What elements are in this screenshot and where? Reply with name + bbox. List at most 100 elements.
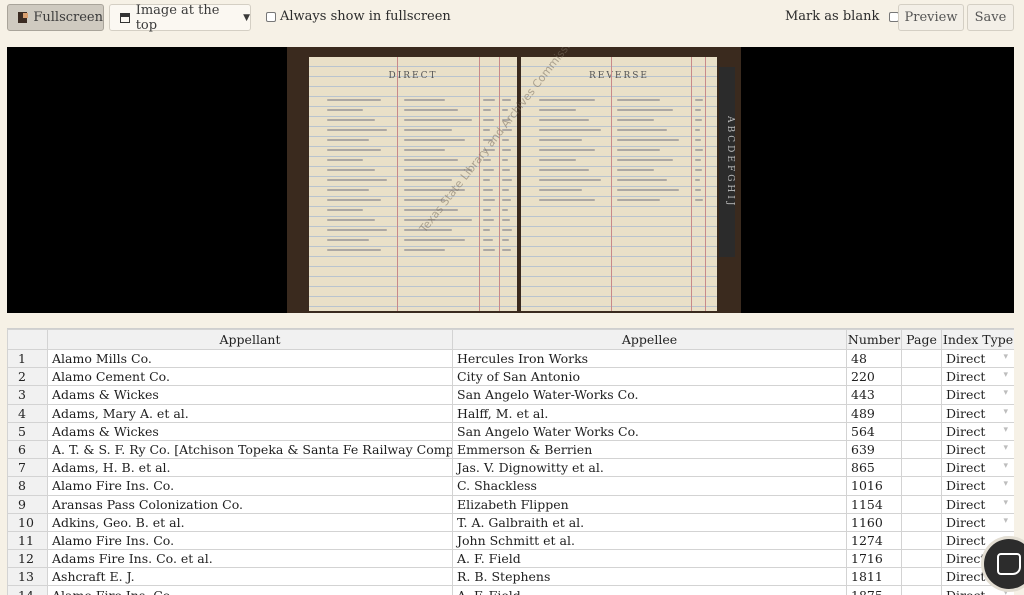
number-cell[interactable]: 220 <box>846 367 902 387</box>
column-header-number[interactable]: Number <box>846 329 902 350</box>
appellant-cell[interactable]: A. T. & S. F. Ry Co. [Atchison Topeka & … <box>47 439 453 460</box>
appellant-cell[interactable]: Adams, Mary A. et al. <box>47 403 453 423</box>
page-cell[interactable] <box>901 530 942 551</box>
number-cell[interactable]: 1016 <box>846 476 902 496</box>
column-header-appellee[interactable]: Appellee <box>452 329 847 350</box>
appellant-cell[interactable]: Alamo Fire Ins. Co. <box>47 476 453 496</box>
row-number: 2 <box>7 367 48 387</box>
page-cell[interactable] <box>901 476 942 496</box>
row-number: 13 <box>7 567 48 587</box>
page-cell[interactable] <box>901 549 942 569</box>
index-type-cell[interactable]: Direct <box>941 421 1014 441</box>
appellee-cell[interactable]: Jas. V. Dignowitty et al. <box>452 458 847 478</box>
appellee-cell[interactable]: C. Shackless <box>452 476 847 496</box>
number-cell[interactable]: 443 <box>846 385 902 405</box>
mark-blank-option[interactable]: Mark as blank <box>785 9 900 24</box>
appellant-cell[interactable]: Adams & Wickes <box>47 421 453 441</box>
appellant-cell[interactable]: Ashcraft E. J. <box>47 567 453 587</box>
preview-button[interactable]: Preview <box>898 4 964 31</box>
index-type-cell[interactable]: Direct <box>941 403 1014 423</box>
appellant-cell[interactable]: Adams Fire Ins. Co. et al. <box>47 549 453 569</box>
page-cell[interactable] <box>901 458 942 478</box>
column-header-rownum <box>7 329 48 350</box>
table-row: 7 Adams, H. B. et al. Jas. V. Dignowitty e… <box>7 458 1014 478</box>
index-type-cell[interactable]: Direct <box>941 494 1014 514</box>
page-cell[interactable] <box>901 385 942 405</box>
page-cell[interactable] <box>901 403 942 423</box>
appellant-cell[interactable]: Adams & Wickes <box>47 385 453 405</box>
appellee-cell[interactable]: John Schmitt et al. <box>452 530 847 551</box>
appellant-cell[interactable]: Alamo Fire Ins. Co. <box>47 530 453 551</box>
appellant-cell[interactable]: Adkins, Geo. B. et al. <box>47 512 453 532</box>
row-number: 11 <box>7 530 48 551</box>
caret-down-icon: ▼ <box>243 12 250 23</box>
document-image-viewer[interactable]: DIRECT REVERSE ABCDEFGHIJ Texas State Li… <box>7 47 1014 313</box>
appellee-cell[interactable]: A. F. Field <box>452 585 847 595</box>
table-row: 1 Alamo Mills Co. Hercules Iron Works 48 Dir… <box>7 348 1014 369</box>
appellee-cell[interactable]: San Angelo Water Works Co. <box>452 421 847 441</box>
appellant-cell[interactable]: Alamo Cement Co. <box>47 367 453 387</box>
always-fullscreen-checkbox[interactable] <box>266 11 276 22</box>
number-cell[interactable]: 1160 <box>846 512 902 532</box>
page-cell[interactable] <box>901 439 942 460</box>
page-cell[interactable] <box>901 585 942 595</box>
index-type-cell[interactable]: Direct <box>941 476 1014 496</box>
appellee-cell[interactable]: R. B. Stephens <box>452 567 847 587</box>
table-header-row: Appellant Appellee Number Page Index Typ… <box>7 329 1014 350</box>
row-number: 12 <box>7 549 48 569</box>
number-cell[interactable]: 639 <box>846 439 902 460</box>
fullscreen-button[interactable]: Fullscreen <box>7 4 104 31</box>
index-type-cell[interactable]: Direct <box>941 439 1014 460</box>
fullscreen-icon <box>18 12 29 23</box>
index-type-cell[interactable]: Direct <box>941 348 1014 369</box>
number-cell[interactable]: 1274 <box>846 530 902 551</box>
appellant-cell[interactable]: Adams, H. B. et al. <box>47 458 453 478</box>
image-position-dropdown[interactable]: Image at the top ▼ <box>109 2 251 33</box>
image-position-label: Image at the top <box>135 2 220 33</box>
index-type-cell[interactable]: Direct <box>941 385 1014 405</box>
row-number: 8 <box>7 476 48 496</box>
number-cell[interactable]: 1154 <box>846 494 902 514</box>
page-cell[interactable] <box>901 421 942 441</box>
appellee-cell[interactable]: Hercules Iron Works <box>452 348 847 369</box>
number-cell[interactable]: 1875 <box>846 585 902 595</box>
number-cell[interactable]: 489 <box>846 403 902 423</box>
index-type-cell[interactable]: Direct <box>941 458 1014 478</box>
always-fullscreen-option[interactable]: Always show in fullscreen <box>266 9 451 24</box>
table-row: 6 A. T. & S. F. Ry Co. [Atchison Topeka &… <box>7 439 1014 460</box>
row-number: 14 <box>7 585 48 595</box>
ledger-left-page: DIRECT <box>309 57 517 311</box>
page-cell[interactable] <box>901 512 942 532</box>
page-cell[interactable] <box>901 348 942 369</box>
column-header-appellant[interactable]: Appellant <box>47 329 453 350</box>
appellant-cell[interactable]: Alamo Mills Co. <box>47 348 453 369</box>
page-cell[interactable] <box>901 567 942 587</box>
number-cell[interactable]: 564 <box>846 421 902 441</box>
image-top-icon <box>120 12 130 23</box>
appellee-cell[interactable]: Emmerson & Berrien <box>452 439 847 460</box>
appellee-cell[interactable]: Elizabeth Flippen <box>452 494 847 514</box>
number-cell[interactable]: 48 <box>846 348 902 369</box>
appellee-cell[interactable]: A. F. Field <box>452 549 847 569</box>
page-cell[interactable] <box>901 494 942 514</box>
save-button[interactable]: Save <box>967 4 1014 31</box>
alphabet-index-tabs: ABCDEFGHIJ <box>719 67 735 257</box>
number-cell[interactable]: 1716 <box>846 549 902 569</box>
column-header-index-type[interactable]: Index Type <box>941 329 1014 350</box>
appellee-cell[interactable]: City of San Antonio <box>452 367 847 387</box>
appellant-cell[interactable]: Alamo Fire Ins. Co. <box>47 585 453 595</box>
appellee-cell[interactable]: San Angelo Water-Works Co. <box>452 385 847 405</box>
table-row: 9 Aransas Pass Colonization Co. Elizabeth … <box>7 494 1014 514</box>
ledger-right-page: REVERSE <box>521 57 717 311</box>
column-header-page[interactable]: Page <box>901 329 942 350</box>
appellee-cell[interactable]: Halff, M. et al. <box>452 403 847 423</box>
index-type-cell[interactable]: Direct <box>941 512 1014 532</box>
page-cell[interactable] <box>901 367 942 387</box>
index-type-cell[interactable]: Direct <box>941 367 1014 387</box>
table-row: 10 Adkins, Geo. B. et al. T. A. Galbraith … <box>7 512 1014 532</box>
appellant-cell[interactable]: Aransas Pass Colonization Co. <box>47 494 453 514</box>
appellee-cell[interactable]: T. A. Galbraith et al. <box>452 512 847 532</box>
number-cell[interactable]: 865 <box>846 458 902 478</box>
table-row: 11 Alamo Fire Ins. Co. John Schmitt et al.… <box>7 530 1014 551</box>
number-cell[interactable]: 1811 <box>846 567 902 587</box>
